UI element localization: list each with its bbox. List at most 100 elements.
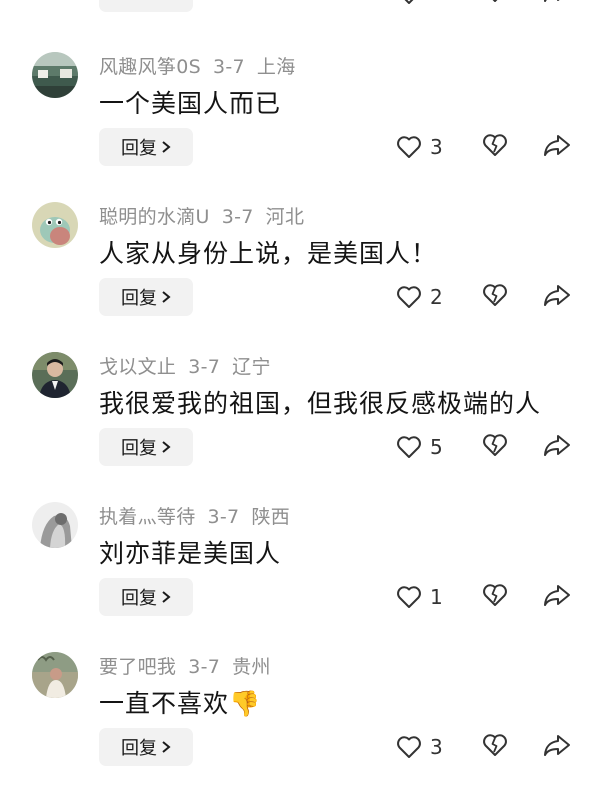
heart-icon — [397, 586, 421, 608]
broken-heart-icon — [483, 284, 507, 306]
share-arrow-icon — [544, 435, 570, 456]
share-button[interactable] — [542, 132, 572, 162]
username[interactable]: 执着灬等待 — [99, 506, 196, 528]
comment-text: 人家从身份上说，是美国人！ — [99, 239, 438, 268]
username[interactable]: 戈以文止 — [99, 356, 176, 378]
comment-location: 贵州 — [232, 656, 271, 678]
chevron-right-icon — [162, 441, 171, 453]
heart-icon — [397, 736, 421, 758]
share-button[interactable] — [542, 282, 572, 312]
share-button[interactable] — [542, 432, 572, 462]
reply-button[interactable]: 回复 — [99, 128, 193, 166]
comment-text: 一直不喜欢👎 — [99, 684, 261, 720]
like-button[interactable]: 2 — [396, 282, 443, 312]
broken-heart-icon — [483, 734, 507, 756]
heart-icon — [397, 136, 421, 158]
share-arrow-icon — [544, 735, 570, 756]
reply-label: 回复 — [121, 738, 157, 759]
dislike-button[interactable] — [481, 282, 509, 312]
avatar[interactable] — [32, 502, 78, 548]
dislike-button[interactable] — [481, 432, 509, 462]
like-button[interactable]: 5 — [396, 432, 443, 462]
comment-row: 要了吧我 3-7 贵州 一直不喜欢👎 回复 3 — [0, 646, 600, 796]
comment-date: 3-7 — [221, 206, 254, 228]
avatar-image-icon — [32, 52, 78, 98]
broken-heart-icon — [492, 0, 498, 2]
comment-row: 执着灬等待 3-7 陕西 刘亦菲是美国人 回复 1 — [0, 496, 600, 646]
share-button-partial[interactable] — [542, 0, 572, 8]
avatar[interactable] — [32, 352, 78, 398]
comment-meta: 要了吧我 3-7 贵州 — [99, 652, 283, 679]
share-arrow-icon — [544, 0, 560, 2]
avatar-outdoor-photo-icon — [32, 652, 78, 698]
dislike-button-partial[interactable] — [481, 0, 509, 8]
like-button[interactable]: 1 — [396, 582, 443, 612]
avatar[interactable] — [32, 652, 78, 698]
username[interactable]: 聪明的水滴U — [99, 206, 210, 228]
chevron-right-icon — [162, 141, 171, 153]
broken-heart-icon — [483, 134, 507, 156]
comment-date: 3-7 — [188, 656, 221, 678]
comment-date: 3-7 — [188, 356, 221, 378]
share-arrow-icon — [544, 285, 570, 306]
like-count: 3 — [430, 135, 443, 159]
heart-icon — [397, 286, 421, 308]
comment-date: 3-7 — [212, 56, 245, 78]
share-button[interactable] — [542, 582, 572, 612]
comment-row: 戈以文止 3-7 辽宁 我很爱我的祖国，但我很反感极端的人 回复 5 — [0, 346, 600, 496]
heart-icon — [404, 0, 414, 4]
reply-button[interactable]: 回复 — [99, 578, 193, 616]
comment-text: 刘亦菲是美国人 — [99, 539, 282, 568]
like-button-partial[interactable] — [396, 0, 422, 8]
reply-label: 回复 — [121, 138, 157, 159]
comment-row: 聪明的水滴U 3-7 河北 人家从身份上说，是美国人！ 回复 2 — [0, 196, 600, 346]
chevron-right-icon — [162, 741, 171, 753]
comment-location: 陕西 — [251, 506, 291, 528]
comment-meta: 执着灬等待 3-7 陕西 — [99, 502, 302, 529]
avatar-cartoon-icon — [32, 202, 78, 248]
avatar-person-icon — [32, 352, 78, 398]
comment-date: 3-7 — [207, 506, 240, 528]
avatar[interactable] — [32, 52, 78, 98]
comment-text: 一个美国人而已 — [99, 89, 282, 118]
like-count: 1 — [430, 585, 443, 609]
share-button[interactable] — [542, 732, 572, 762]
comment-location: 河北 — [265, 206, 305, 228]
share-arrow-icon — [544, 585, 570, 606]
comment-row: 风趣风筝0S 3-7 上海 一个美国人而已 回复 3 — [0, 46, 600, 196]
comment-location: 辽宁 — [232, 356, 271, 378]
heart-icon — [397, 436, 421, 458]
comment-meta: 聪明的水滴U 3-7 河北 — [99, 202, 316, 229]
username[interactable]: 要了吧我 — [99, 656, 176, 678]
reply-label: 回复 — [121, 288, 157, 309]
chevron-right-icon — [162, 591, 171, 603]
username[interactable]: 风趣风筝0S — [99, 56, 201, 78]
chevron-right-icon — [162, 291, 171, 303]
like-button[interactable]: 3 — [396, 732, 443, 762]
reply-button-partial[interactable] — [99, 0, 193, 12]
comment-text: 我很爱我的祖国，但我很反感极端的人 — [99, 389, 542, 418]
reply-label: 回复 — [121, 438, 157, 459]
reply-label: 回复 — [121, 588, 157, 609]
comment-location: 上海 — [256, 56, 296, 78]
like-count: 2 — [430, 285, 443, 309]
reply-button[interactable]: 回复 — [99, 428, 193, 466]
like-count: 5 — [430, 435, 443, 459]
reply-button[interactable]: 回复 — [99, 278, 193, 316]
broken-heart-icon — [483, 434, 507, 456]
comment-meta: 风趣风筝0S 3-7 上海 — [99, 52, 308, 79]
broken-heart-icon — [483, 584, 507, 606]
avatar-bw-photo-icon — [32, 502, 78, 548]
comment-text-body: 一直不喜欢 — [99, 689, 230, 718]
avatar[interactable] — [32, 202, 78, 248]
share-arrow-icon — [544, 135, 570, 156]
dislike-button[interactable] — [481, 732, 509, 762]
reply-button[interactable]: 回复 — [99, 728, 193, 766]
like-button[interactable]: 3 — [396, 132, 443, 162]
dislike-button[interactable] — [481, 582, 509, 612]
partial-comment-row — [0, 0, 600, 16]
comment-meta: 戈以文止 3-7 辽宁 — [99, 352, 283, 379]
thumbs-down-emoji: 👎 — [229, 689, 262, 718]
dislike-button[interactable] — [481, 132, 509, 162]
like-count: 3 — [430, 735, 443, 759]
